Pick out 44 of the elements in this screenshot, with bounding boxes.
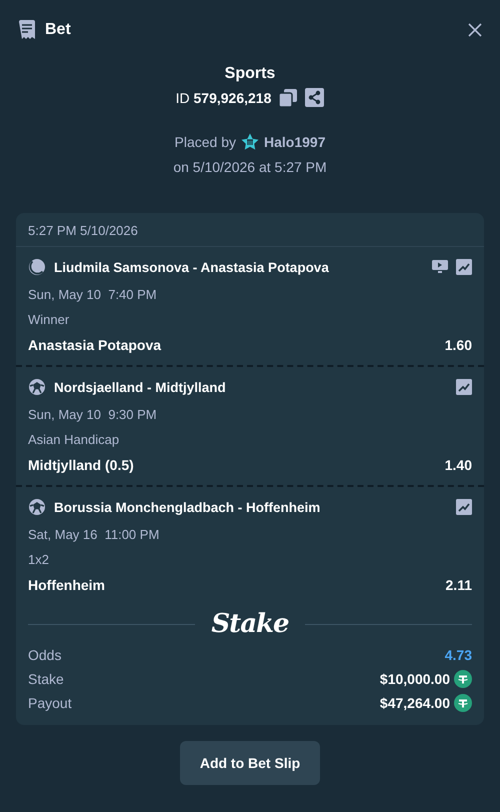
receipt-icon bbox=[18, 20, 36, 40]
live-stream-icon[interactable] bbox=[432, 260, 448, 274]
copy-button[interactable] bbox=[279, 88, 298, 106]
total-value: $47,264.00 bbox=[380, 695, 450, 711]
placed-date: on 5/10/2026 at 5:27 PM bbox=[173, 159, 327, 175]
soccer-ball-icon bbox=[28, 378, 46, 396]
event-date: Sat, May 16 11:00 PM bbox=[28, 527, 160, 542]
bet-timestamp: 5:27 PM 5/10/2026 bbox=[16, 213, 484, 247]
total-label: Odds bbox=[28, 647, 62, 663]
tether-coin-icon bbox=[454, 694, 472, 712]
total-label: Payout bbox=[28, 695, 72, 711]
stats-icon[interactable] bbox=[456, 379, 472, 395]
share-button[interactable] bbox=[305, 88, 324, 107]
selection-name: Hoffenheim bbox=[28, 577, 105, 593]
add-to-bet-slip-button[interactable]: Add to Bet Slip bbox=[180, 741, 320, 785]
placed-by-label: Placed by bbox=[174, 134, 236, 150]
tennis-ball-icon bbox=[28, 258, 46, 276]
event-name[interactable]: Borussia Monchengladbach - Hoffenheim bbox=[54, 500, 448, 514]
market-name: Asian Handicap bbox=[28, 432, 120, 447]
market-name: 1x2 bbox=[28, 552, 50, 567]
total-value: 4.73 bbox=[444, 647, 472, 663]
dialog-title: Bet bbox=[45, 21, 71, 39]
bet-category: Sports bbox=[224, 64, 276, 84]
close-button[interactable] bbox=[466, 21, 484, 39]
selection-odds: 1.60 bbox=[444, 337, 472, 353]
stats-icon[interactable] bbox=[456, 499, 472, 515]
soccer-ball-icon bbox=[28, 498, 46, 516]
selection-odds: 1.40 bbox=[444, 457, 472, 473]
selection-name: Anastasia Potapova bbox=[28, 337, 162, 353]
total-label: Stake bbox=[28, 671, 64, 687]
event-date: Sun, May 10 7:40 PM bbox=[28, 287, 158, 302]
event-name[interactable]: Liudmila Samsonova - Anastasia Potapova bbox=[54, 260, 424, 274]
bet-id: ID 579,926,218 bbox=[176, 90, 272, 106]
event-date: Sun, May 10 9:30 PM bbox=[28, 407, 158, 422]
stats-icon[interactable] bbox=[456, 259, 472, 275]
total-value: $10,000.00 bbox=[380, 671, 450, 687]
vip-star-icon bbox=[241, 133, 259, 151]
event-name[interactable]: Nordsjaelland - Midtjylland bbox=[54, 380, 448, 394]
selection-odds: 2.11 bbox=[446, 577, 472, 593]
selection-name: Midtjylland (0.5) bbox=[28, 457, 134, 473]
tether-coin-icon bbox=[454, 670, 472, 688]
market-name: Winner bbox=[28, 312, 70, 327]
username[interactable]: Halo1997 bbox=[264, 134, 326, 150]
brand-logo: Stake bbox=[211, 609, 289, 639]
